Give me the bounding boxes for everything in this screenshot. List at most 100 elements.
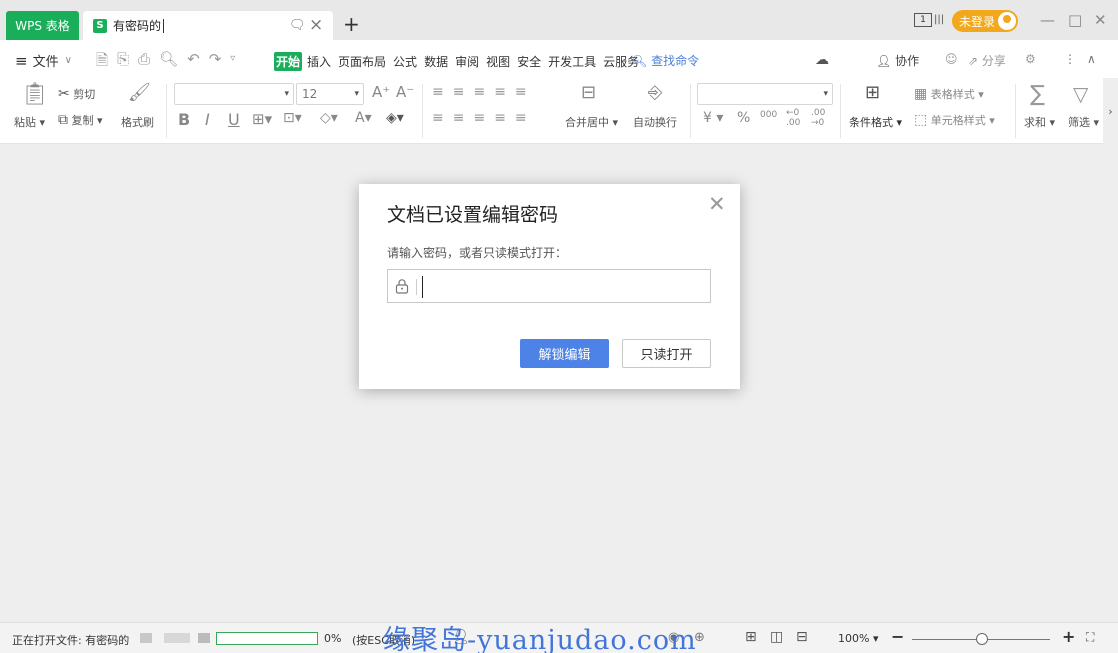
tab-developer[interactable]: 开发工具 [546, 52, 598, 71]
ribbon-scroll-right[interactable]: › [1103, 78, 1118, 144]
zoom-slider-handle[interactable] [976, 633, 988, 645]
auto-wrap-button[interactable]: 自动换行 [633, 114, 677, 130]
page-break-view-icon[interactable]: ⊟ [796, 629, 808, 645]
horizontal-align-icons[interactable]: ≡≡≡≡≡ [432, 110, 536, 126]
close-window-button[interactable]: ✕ [1094, 11, 1107, 29]
redo-icon[interactable]: ↷ [209, 50, 222, 75]
maximize-button[interactable]: □ [1068, 11, 1082, 29]
collab-button[interactable]: 👤︎ 协作 [876, 52, 919, 69]
wrap-text-icon[interactable]: ⎆ [648, 82, 662, 103]
redacted-text [164, 633, 190, 643]
password-input[interactable] [421, 272, 707, 300]
vertical-align-icons[interactable]: ≡≡≡≡≡ [432, 84, 536, 100]
divider [166, 84, 167, 138]
customize-dropdown-icon[interactable]: ▿ [230, 50, 235, 75]
paste-icon[interactable]: 📋︎ [21, 82, 49, 107]
copy-button[interactable]: ⧉ 复制 ▾ [58, 112, 103, 128]
conditional-format-icon[interactable]: ⊞ [865, 82, 880, 103]
app-tab-wps[interactable]: WPS 表格 [6, 11, 79, 40]
format-painter-icon[interactable]: 🖌︎ [128, 82, 151, 103]
merge-center-button[interactable]: 合并居中 ▾ [565, 114, 618, 130]
tab-security[interactable]: 安全 [515, 52, 543, 71]
font-size-select[interactable]: 12 [296, 83, 364, 105]
search-command[interactable]: 🔍︎ 查找命令 [632, 52, 699, 69]
print-icon[interactable]: ⎙ [138, 50, 150, 75]
minimize-button[interactable]: — [1040, 11, 1055, 29]
tab-data[interactable]: 数据 [422, 52, 450, 71]
readonly-open-button[interactable]: 只读打开 [622, 339, 711, 368]
paste-button[interactable]: 粘贴 ▾ [14, 114, 45, 130]
share-button[interactable]: ⇗ 分享 [968, 52, 1006, 69]
cut-label: 剪切 [73, 88, 96, 101]
file-menu[interactable]: ≡ 文件 ∨ [15, 51, 72, 71]
new-tab-button[interactable]: + [343, 12, 360, 36]
bucket-icon[interactable]: ◇▾ [320, 110, 338, 126]
thousands-icon[interactable]: 000 [760, 110, 777, 120]
comment-icon[interactable]: ☺ [945, 52, 958, 66]
sum-label: 求和 [1024, 116, 1046, 129]
zoom-in-button[interactable]: + [1062, 627, 1075, 646]
border-icon[interactable]: ⊞▾ [252, 110, 272, 128]
settings-icon[interactable]: ⚙ [1025, 52, 1036, 66]
cut-button[interactable]: ✂ 剪切 [58, 86, 95, 102]
sum-button[interactable]: 求和 ▾ [1024, 114, 1055, 130]
normal-view-icon[interactable]: ⊞ [745, 629, 757, 645]
more-icon[interactable]: ⋮ [1064, 52, 1076, 66]
underline-icon[interactable]: U [228, 110, 240, 129]
tab-view[interactable]: 视图 [484, 52, 512, 71]
export-icon[interactable]: ⎘ [117, 50, 129, 75]
number-format-select[interactable] [697, 83, 833, 105]
tab-insert[interactable]: 插入 [305, 52, 333, 71]
fill-color-icon[interactable]: ⊡▾ [283, 110, 302, 126]
zoom-select[interactable]: 100% ▾ [838, 632, 878, 645]
tab-formula[interactable]: 公式 [391, 52, 419, 71]
format-painter-button[interactable]: 格式刷 [121, 114, 154, 130]
unlock-edit-button[interactable]: 解锁编辑 [520, 339, 609, 368]
input-divider [416, 279, 417, 295]
collapse-ribbon-icon[interactable]: ∧ [1087, 52, 1096, 66]
opening-status: 正在打开文件: 有密码的 [12, 634, 130, 647]
italic-icon[interactable]: I [205, 110, 210, 129]
divider [840, 84, 841, 138]
dialog-close-icon[interactable]: ✕ [708, 192, 726, 216]
sum-icon[interactable]: ∑ [1030, 82, 1045, 107]
clear-icon[interactable]: ◈▾ [386, 110, 404, 126]
tab-start[interactable]: 开始 [274, 52, 303, 71]
zoom-out-button[interactable]: − [891, 627, 904, 646]
conditional-format-button[interactable]: 条件格式 ▾ [849, 114, 902, 130]
increase-decimal-icon[interactable]: ←0.00 [786, 108, 800, 128]
font-name-select[interactable] [174, 83, 294, 105]
tab-review[interactable]: 审阅 [453, 52, 481, 71]
undo-icon[interactable]: ↶ [187, 50, 200, 75]
font-color-icon[interactable]: A▾ [355, 110, 372, 126]
cloud-sync-icon[interactable]: ☁ [815, 52, 829, 68]
close-tab-icon[interactable]: × [309, 15, 323, 35]
table-style-button[interactable]: ▦ 表格样式 ▾ [914, 86, 984, 102]
dialog-title: 文档已设置编辑密码 [387, 204, 559, 226]
hamburger-icon: ≡ [15, 51, 28, 70]
increase-font-icon[interactable]: A⁺ [372, 83, 390, 101]
login-button[interactable]: 未登录 [952, 10, 1018, 32]
currency-label: ¥ [703, 110, 712, 126]
print-preview-icon[interactable]: 🔍︎ [159, 50, 178, 75]
save-icon[interactable]: 🗎 [96, 50, 108, 75]
progress-percent: 0% [324, 632, 342, 645]
filter-button[interactable]: 筛选 ▾ [1068, 114, 1099, 130]
page-indicator[interactable]: 1 [914, 13, 932, 27]
tab-page-layout[interactable]: 页面布局 [336, 52, 388, 71]
quick-access-toolbar: 🗎 ⎘ ⎙ 🔍︎ ↶ ↷ ▿ [96, 50, 235, 75]
share-label: 分享 [981, 54, 1006, 68]
merge-center-icon[interactable]: ⊟ [581, 82, 596, 103]
percent-button[interactable]: % [737, 110, 750, 126]
password-field[interactable] [387, 269, 711, 303]
currency-button[interactable]: ¥ ▾ [703, 110, 723, 126]
bold-icon[interactable]: B [178, 110, 190, 129]
filter-icon[interactable]: ▽ [1073, 82, 1088, 106]
page-view-icon[interactable]: ◫ [770, 629, 783, 645]
document-tab[interactable]: S 有密码的 🗨 × [83, 11, 333, 40]
cell-style-button[interactable]: ⬚ 单元格样式 ▾ [914, 112, 995, 128]
decrease-decimal-icon[interactable]: .00 →0 [811, 108, 825, 128]
fullscreen-icon[interactable]: ⛶ [1086, 630, 1094, 645]
decrease-font-icon[interactable]: A⁻ [396, 83, 414, 101]
pin-icon[interactable]: 🗨 [289, 18, 306, 33]
